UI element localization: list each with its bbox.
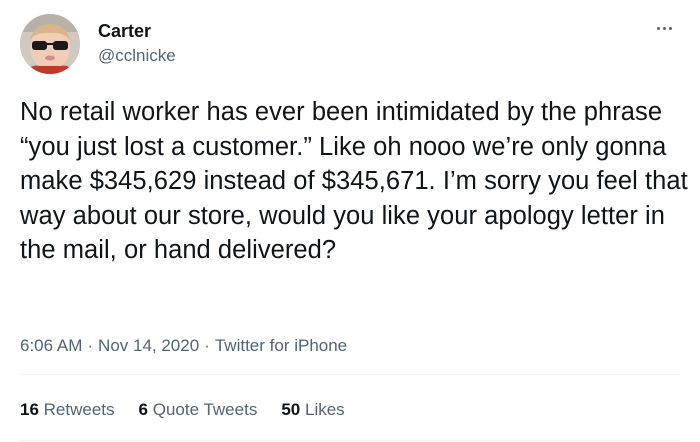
user-handle[interactable]: @cclnicke [98, 45, 176, 67]
quote-tweets-count: 6 [138, 400, 148, 419]
divider [20, 374, 680, 375]
tweet-source[interactable]: Twitter for iPhone [215, 336, 347, 355]
more-options-button[interactable] [650, 14, 678, 42]
display-name[interactable]: Carter [98, 20, 176, 42]
divider [20, 440, 680, 441]
retweets-stat[interactable]: 16 Retweets [20, 398, 115, 422]
meta-separator: · [204, 336, 210, 355]
author-names: Carter @cclnicke [98, 20, 176, 67]
tweet-card: Carter @cclnicke No retail worker has ev… [0, 0, 700, 442]
tweet-text: No retail worker has ever been intimidat… [20, 98, 688, 264]
likes-stat[interactable]: 50 Likes [281, 398, 344, 422]
likes-label: Likes [304, 400, 345, 419]
retweets-label: Retweets [43, 400, 115, 419]
more-horizontal-icon [656, 26, 660, 30]
tweet-stats: 16 Retweets 6 Quote Tweets 50 Likes [20, 398, 369, 422]
child-with-sunglasses-avatar-icon [20, 14, 80, 74]
tweet-meta: 6:06 AM · Nov 14, 2020 · Twitter for iPhone [20, 334, 347, 358]
tweet-header: Carter @cclnicke [20, 14, 680, 76]
avatar[interactable] [20, 14, 80, 74]
quote-tweets-label: Quote Tweets [152, 400, 258, 419]
tweet-date[interactable]: Nov 14, 2020 [98, 336, 199, 355]
more-horizontal-icon-dot [662, 26, 666, 30]
quote-tweets-stat[interactable]: 6 Quote Tweets [139, 398, 258, 422]
retweets-count: 16 [20, 400, 39, 419]
likes-count: 50 [281, 400, 301, 419]
tweet-time[interactable]: 6:06 AM [20, 336, 82, 355]
more-horizontal-icon-dot [668, 26, 672, 30]
meta-separator: · [87, 336, 94, 355]
